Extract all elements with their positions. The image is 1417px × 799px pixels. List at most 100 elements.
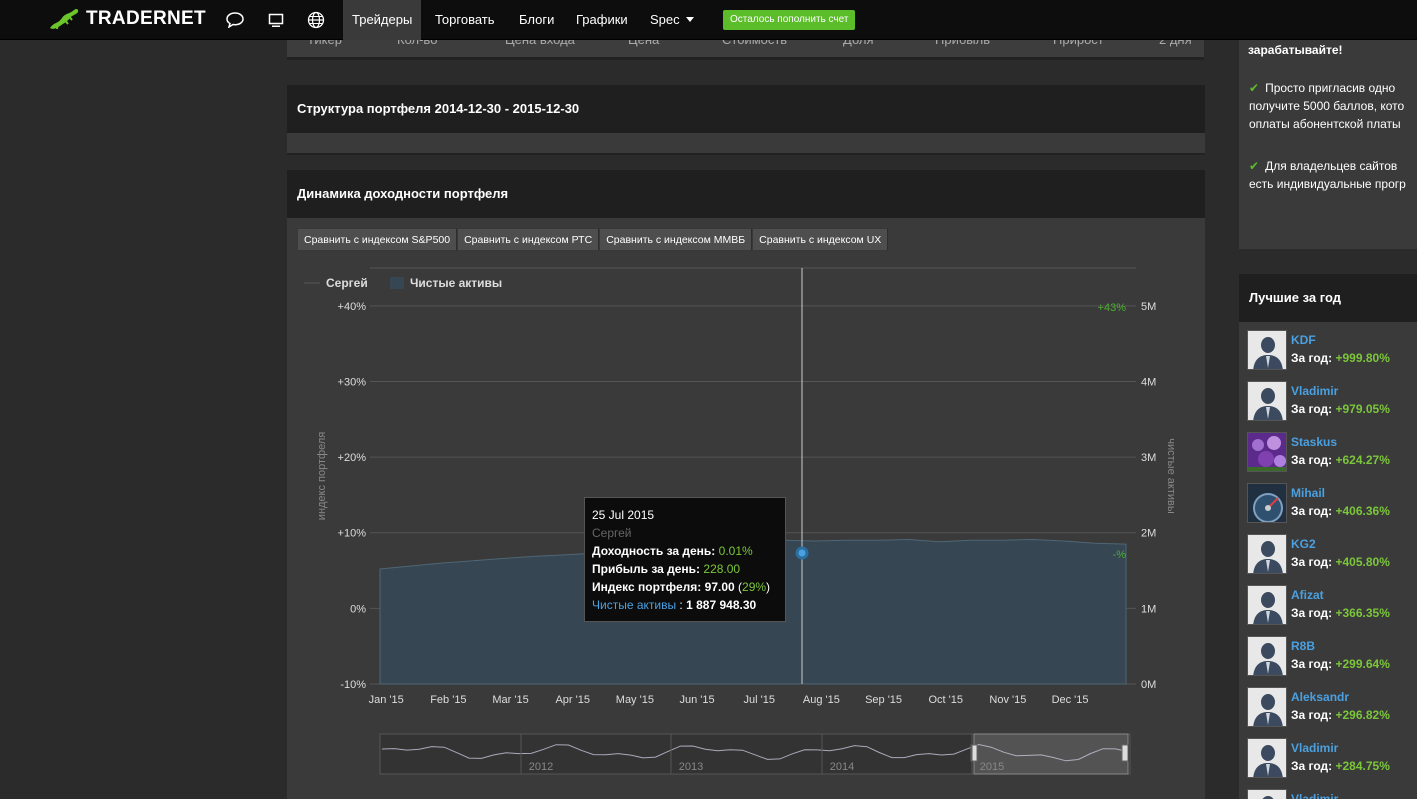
best-trader-pct: +624.27% [1335, 453, 1390, 467]
compare-rts-button[interactable]: Сравнить с индексом РТС [457, 228, 600, 251]
y-tick-label: +30% [338, 376, 367, 388]
y2-tick-label: 1M [1141, 603, 1156, 615]
avatar[interactable] [1247, 330, 1287, 370]
year-label: За год: [1291, 402, 1333, 416]
best-trader-name[interactable]: KDF [1291, 333, 1316, 347]
best-trader-return: За год: +406.36% [1291, 504, 1390, 518]
year-label: За год: [1291, 351, 1333, 365]
referral-line5: есть индивидуальные прогр [1249, 177, 1406, 191]
best-trader-return: За год: +405.80% [1291, 555, 1390, 569]
referral-line1: ✔ Просто пригласив одно [1249, 79, 1395, 97]
compare-ux-button[interactable]: Сравнить с индексом UX [752, 228, 889, 251]
globe-icon[interactable] [305, 10, 327, 30]
compare-micex-button[interactable]: Сравнить с индексом ММВБ [599, 228, 753, 251]
x-tick-label: Sep '15 [865, 694, 902, 706]
avatar[interactable] [1247, 636, 1287, 676]
best-trader-name[interactable]: Vladimir [1291, 792, 1338, 799]
avatar[interactable] [1247, 432, 1287, 472]
chat-icon[interactable] [224, 10, 246, 30]
default-avatar-icon [1248, 586, 1286, 624]
avatar[interactable] [1247, 738, 1287, 778]
navigator-right-handle[interactable] [1121, 744, 1129, 762]
compare-sp500-button[interactable]: Сравнить с индексом S&P500 [297, 228, 458, 251]
avatar[interactable] [1247, 585, 1287, 625]
best-trader-pct: +299.64% [1335, 657, 1390, 671]
year-label: За год: [1291, 453, 1333, 467]
best-trader-name[interactable]: KG2 [1291, 537, 1316, 551]
best-trader-name[interactable]: Afizat [1291, 588, 1324, 602]
nav-trade[interactable]: Торговать [426, 0, 504, 40]
check-icon: ✔ [1249, 81, 1260, 95]
year-label: За год: [1291, 606, 1333, 620]
legend-net-assets[interactable]: Чистые активы [410, 276, 502, 290]
structure-panel-title: Структура портфеля 2014-12-30 - 2015-12-… [287, 85, 1205, 133]
best-trader-item[interactable]: Staskus За год: +624.27% [1247, 432, 1417, 476]
best-trader-item[interactable]: KDF За год: +999.80% [1247, 330, 1417, 374]
best-trader-name[interactable]: Vladimir [1291, 741, 1338, 755]
best-trader-item[interactable]: Afizat За год: +366.35% [1247, 585, 1417, 629]
best-trader-name[interactable]: Vladimir [1291, 384, 1338, 398]
legend-sergey[interactable]: Сергей [326, 276, 368, 290]
avatar[interactable] [1247, 534, 1287, 574]
best-trader-pct: +405.80% [1335, 555, 1390, 569]
avatar[interactable] [1247, 789, 1287, 799]
tooltip-index: Индекс портфеля: 97.00 (29%) [592, 580, 771, 594]
navigator-year-label: 2013 [679, 761, 703, 773]
y-axis-label: индекс портфеля [316, 432, 328, 520]
x-tick-label: Mar '15 [492, 694, 528, 706]
tooltip-index-label: Индекс портфеля: [592, 580, 702, 594]
avatar[interactable] [1247, 381, 1287, 421]
best-trader-return: За год: +296.82% [1291, 708, 1390, 722]
nav-blogs[interactable]: Блоги [510, 0, 563, 40]
default-avatar-icon [1248, 535, 1286, 573]
best-trader-item[interactable]: Vladimir [1247, 789, 1417, 799]
best-trader-return: За год: +366.35% [1291, 606, 1390, 620]
nav-traders[interactable]: Трейдеры [343, 0, 422, 40]
best-of-year-list: KDF За год: +999.80% Vladimir За год: +979.… [1239, 322, 1417, 799]
best-trader-pct: +406.36% [1335, 504, 1390, 518]
referral-earn: зарабатывайте! [1248, 43, 1343, 57]
y-axis-ticks: +40% +30% +20% +10% 0% -10% [338, 301, 367, 691]
nav-spec-dropdown[interactable]: Spec [641, 0, 703, 40]
hover-point [795, 546, 809, 560]
best-trader-item[interactable]: R8B За год: +299.64% [1247, 636, 1417, 680]
best-trader-item[interactable]: Mihail За год: +406.36% [1247, 483, 1417, 527]
compare-buttons: Сравнить с индексом S&P500 Сравнить с ин… [297, 228, 889, 251]
tooltip-index-pct: 29% [742, 580, 767, 594]
default-avatar-icon [1248, 790, 1286, 799]
chevron-down-icon [685, 17, 694, 22]
navigator[interactable]: 2012 2013 2014 2015 [379, 733, 1131, 775]
year-label: За год: [1291, 759, 1333, 773]
y2-axis-label: чистые активы [1165, 438, 1177, 514]
best-trader-item[interactable]: Vladimir За год: +979.05% [1247, 381, 1417, 425]
best-trader-item[interactable]: Vladimir За год: +284.75% [1247, 738, 1417, 782]
tooltip-assets: Чистые активы : 1 887 948.30 [592, 598, 757, 612]
logo-text: TRADERNET [86, 8, 206, 29]
structure-panel-body [287, 133, 1205, 155]
year-label: За год: [1291, 555, 1333, 569]
topup-account-button[interactable]: Осталось пополнить счет [723, 10, 856, 30]
best-trader-pct: +999.80% [1335, 351, 1390, 365]
chart-legend: Сергей Чистые активы [304, 276, 502, 290]
best-trader-name[interactable]: Aleksandr [1291, 690, 1349, 704]
default-avatar-icon [1248, 331, 1286, 369]
nav-charts[interactable]: Графики [567, 0, 637, 40]
best-trader-name[interactable]: R8B [1291, 639, 1315, 653]
tooltip-index-value: 97.00 [704, 580, 735, 594]
best-trader-name[interactable]: Staskus [1291, 435, 1337, 449]
navigator-year-label: 2015 [980, 761, 1004, 773]
monitor-icon[interactable] [265, 10, 287, 30]
avatar[interactable] [1247, 687, 1287, 727]
avatar[interactable] [1247, 483, 1287, 523]
tradernet-logo[interactable]: TRADERNET [46, 6, 206, 32]
referral-line4: ✔ Для владельцев сайтов [1249, 157, 1397, 175]
best-trader-name[interactable]: Mihail [1291, 486, 1325, 500]
y-tick-label: +40% [338, 301, 367, 313]
x-tick-label: Apr '15 [555, 694, 590, 706]
dynamics-panel-title: Динамика доходности портфеля [287, 170, 1205, 218]
year-label: За год: [1291, 708, 1333, 722]
x-tick-label: Nov '15 [989, 694, 1026, 706]
best-trader-item[interactable]: Aleksandr За год: +296.82% [1247, 687, 1417, 731]
tooltip-assets-value: 1 887 948.30 [686, 598, 757, 612]
best-trader-item[interactable]: KG2 За год: +405.80% [1247, 534, 1417, 578]
